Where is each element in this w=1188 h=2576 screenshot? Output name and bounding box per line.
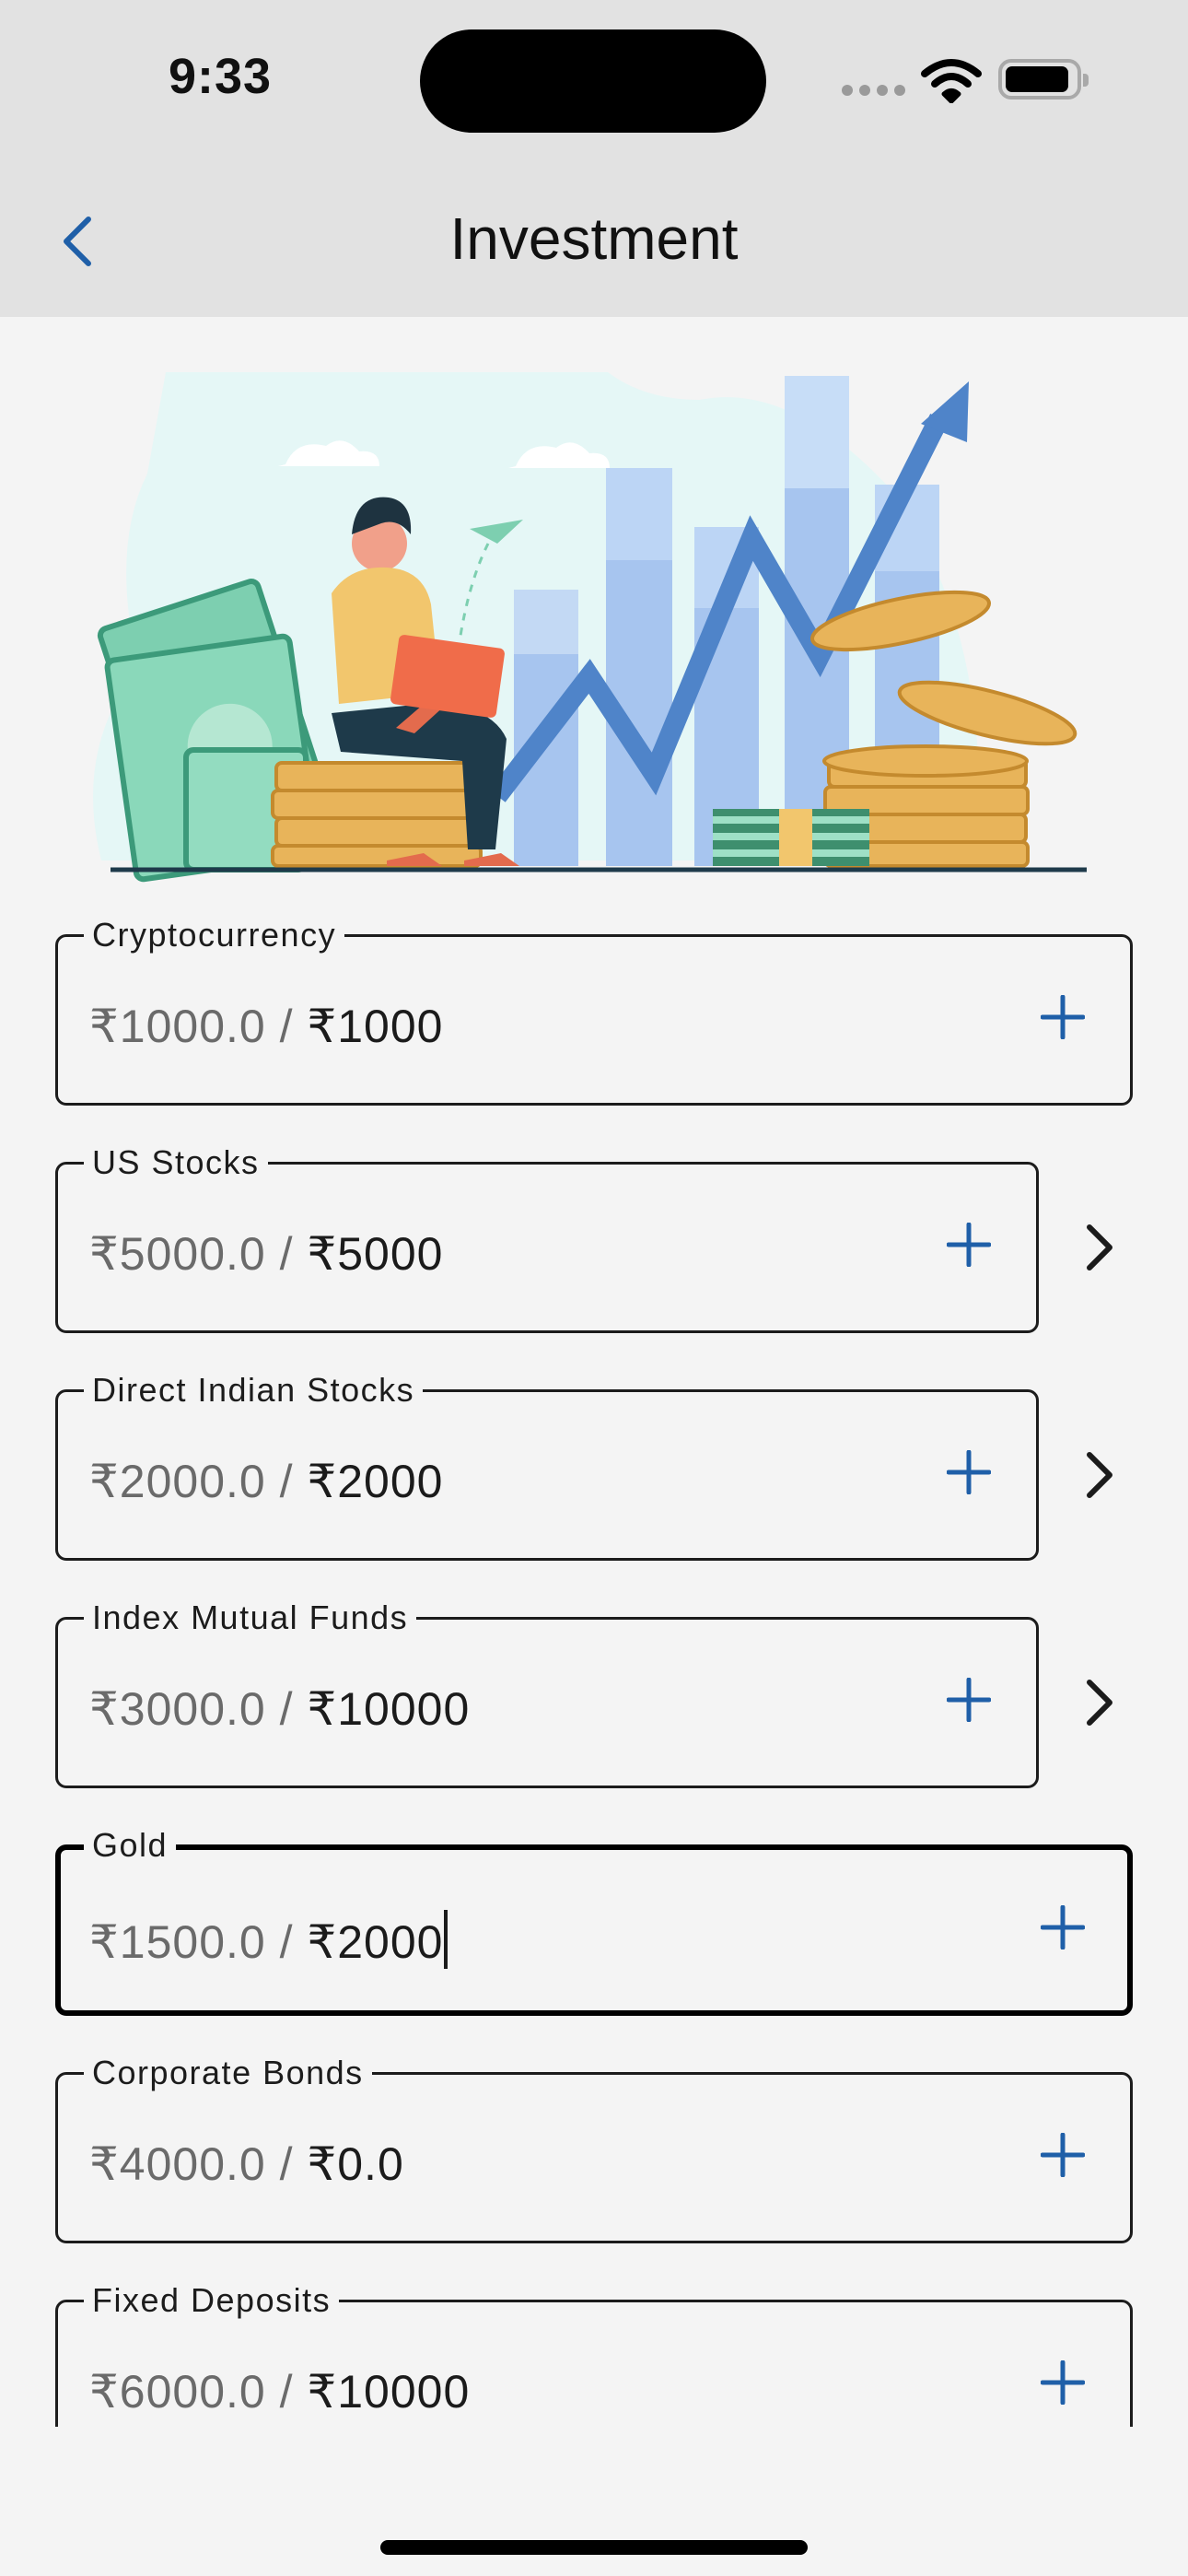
plus-icon (1041, 1905, 1085, 1950)
add-corporate-bonds-button[interactable] (1021, 2113, 1104, 2196)
field-label: Cryptocurrency (84, 917, 345, 954)
index-mutual-funds-field[interactable]: Index Mutual Funds ₹3000.0 / ₹10000 (55, 1599, 1039, 1788)
cryptocurrency-field[interactable]: Cryptocurrency ₹1000.0 / ₹1000 (55, 917, 1133, 1106)
add-fixed-deposits-button[interactable] (1021, 2341, 1104, 2424)
plus-icon (1041, 2360, 1085, 2405)
field-label: Corporate Bonds (84, 2055, 372, 2091)
add-cryptocurrency-button[interactable] (1021, 976, 1104, 1059)
field-value[interactable]: ₹5000.0 / ₹5000 (89, 1227, 443, 1281)
field-value[interactable]: ₹2000.0 / ₹2000 (89, 1455, 443, 1508)
index-mutual-funds-details-button[interactable] (1065, 1657, 1135, 1749)
field-value[interactable]: ₹1000.0 / ₹1000 (89, 1000, 443, 1053)
field-label: Index Mutual Funds (84, 1599, 417, 1636)
fixed-deposits-field[interactable]: Fixed Deposits ₹6000.0 / ₹10000 (55, 2282, 1133, 2427)
plus-icon (1041, 995, 1085, 1039)
status-time: 9:33 (169, 49, 273, 104)
text-cursor (444, 1910, 448, 1969)
plus-icon (947, 1450, 991, 1494)
add-direct-indian-stocks-button[interactable] (927, 1431, 1010, 1514)
plus-icon (947, 1223, 991, 1267)
battery-icon (998, 59, 1089, 100)
chevron-right-icon (1087, 1224, 1112, 1270)
direct-indian-stocks-field[interactable]: Direct Indian Stocks ₹2000.0 / ₹2000 (55, 1372, 1039, 1561)
investment-screen: 9:33 Investment Cryptocurrency ₹1000.0 /… (0, 0, 1188, 2576)
field-value[interactable]: ₹3000.0 / ₹10000 (89, 1682, 470, 1736)
field-value[interactable]: ₹1500.0 / ₹2000 (89, 1910, 448, 1969)
home-indicator[interactable] (380, 2540, 808, 2555)
cellular-signal-icon (842, 85, 906, 98)
scroll-clip: Fixed Deposits ₹6000.0 / ₹10000 (0, 2276, 1188, 2427)
wifi-icon (921, 59, 982, 103)
field-value[interactable]: ₹6000.0 / ₹10000 (89, 2365, 470, 2418)
plus-icon (947, 1678, 991, 1722)
dynamic-island (420, 29, 766, 133)
add-index-mutual-funds-button[interactable] (927, 1658, 1010, 1741)
field-label: Direct Indian Stocks (84, 1372, 424, 1409)
add-us-stocks-button[interactable] (927, 1203, 1010, 1286)
gold-field[interactable]: Gold ₹1500.0 / ₹2000 (55, 1827, 1133, 2016)
us-stocks-field[interactable]: US Stocks ₹5000.0 / ₹5000 (55, 1144, 1039, 1333)
field-value[interactable]: ₹4000.0 / ₹0.0 (89, 2137, 404, 2191)
field-label: Gold (84, 1827, 177, 1864)
add-gold-button[interactable] (1021, 1886, 1104, 1969)
chevron-right-icon (1087, 1680, 1112, 1726)
corporate-bonds-field[interactable]: Corporate Bonds ₹4000.0 / ₹0.0 (55, 2055, 1133, 2243)
page-title: Investment (449, 205, 739, 272)
plus-icon (1041, 2133, 1085, 2177)
investment-illustration (93, 372, 1087, 883)
direct-indian-stocks-details-button[interactable] (1065, 1429, 1135, 1521)
us-stocks-details-button[interactable] (1065, 1201, 1135, 1294)
field-label: US Stocks (84, 1144, 268, 1181)
top-bar: 9:33 Investment (0, 0, 1188, 317)
field-label: Fixed Deposits (84, 2282, 340, 2319)
chevron-right-icon (1087, 1452, 1112, 1498)
